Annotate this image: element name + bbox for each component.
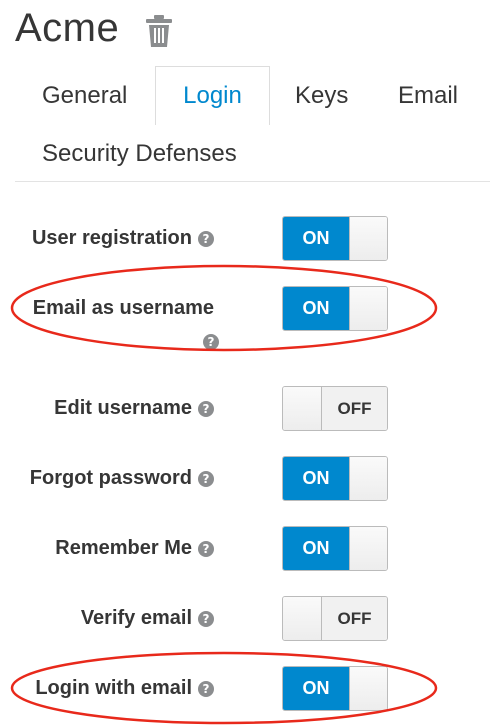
toggle-knob <box>349 287 387 330</box>
email-as-username-toggle[interactable]: ON <box>282 286 388 331</box>
toggle-state: ON <box>283 287 349 330</box>
setting-label-text: Remember Me <box>55 537 192 559</box>
toggle-knob <box>283 387 322 430</box>
help-icon[interactable]: ? <box>198 470 214 487</box>
tab-login[interactable]: Login <box>155 66 270 125</box>
setting-label-remember-me: Remember Me ? <box>55 537 214 560</box>
trash-icon[interactable] <box>145 14 173 48</box>
realm-tabs: General Login Keys Email Security Defens… <box>0 66 490 182</box>
setting-label-text: User registration <box>31 227 192 249</box>
toggle-knob <box>349 667 387 710</box>
login-with-email-toggle[interactable]: ON <box>282 666 388 711</box>
toggle-state: ON <box>283 217 349 260</box>
tab-keys[interactable]: Keys <box>295 82 348 110</box>
toggle-state: ON <box>283 457 349 500</box>
toggle-state: OFF <box>322 387 387 430</box>
toggle-state: ON <box>283 667 349 710</box>
setting-label-user-registration: User registration ? <box>32 227 214 250</box>
toggle-knob <box>349 217 387 260</box>
tab-general[interactable]: General <box>42 82 127 110</box>
help-icon[interactable]: ? <box>198 680 214 697</box>
help-icon[interactable]: ? <box>198 400 214 417</box>
setting-label-login-with-email: Login with email ? <box>35 677 214 700</box>
tab-security-defenses[interactable]: Security Defenses <box>42 140 237 168</box>
setting-label-verify-email: Verify email ? <box>81 607 214 630</box>
toggle-knob <box>283 597 322 640</box>
toggle-state: OFF <box>322 597 387 640</box>
user-registration-toggle[interactable]: ON <box>282 216 388 261</box>
title-row: Acme <box>15 4 173 52</box>
setting-label-text: Forgot password <box>29 467 192 489</box>
setting-label-email-as-username: Email as username <box>33 297 214 320</box>
help-icon[interactable]: ? <box>198 540 214 557</box>
toggle-knob <box>349 457 387 500</box>
help-icon[interactable]: ? <box>198 610 214 627</box>
setting-label-text: Verify email <box>80 607 192 629</box>
toggle-knob <box>349 527 387 570</box>
edit-username-toggle[interactable]: OFF <box>282 386 388 431</box>
setting-label-text: Login with email <box>35 677 192 699</box>
forgot-password-toggle[interactable]: ON <box>282 456 388 501</box>
setting-label-forgot-password: Forgot password ? <box>30 467 214 490</box>
setting-label-text: Email as username <box>32 297 214 319</box>
realm-title: Acme <box>15 5 120 50</box>
toggle-state: ON <box>283 527 349 570</box>
tabs-divider <box>15 181 490 182</box>
remember-me-toggle[interactable]: ON <box>282 526 388 571</box>
help-icon[interactable]: ? <box>203 334 219 350</box>
tab-email[interactable]: Email <box>398 82 458 110</box>
setting-label-edit-username: Edit username ? <box>54 397 214 420</box>
help-icon[interactable]: ? <box>198 230 214 247</box>
verify-email-toggle[interactable]: OFF <box>282 596 388 641</box>
setting-label-text: Edit username <box>54 397 192 419</box>
